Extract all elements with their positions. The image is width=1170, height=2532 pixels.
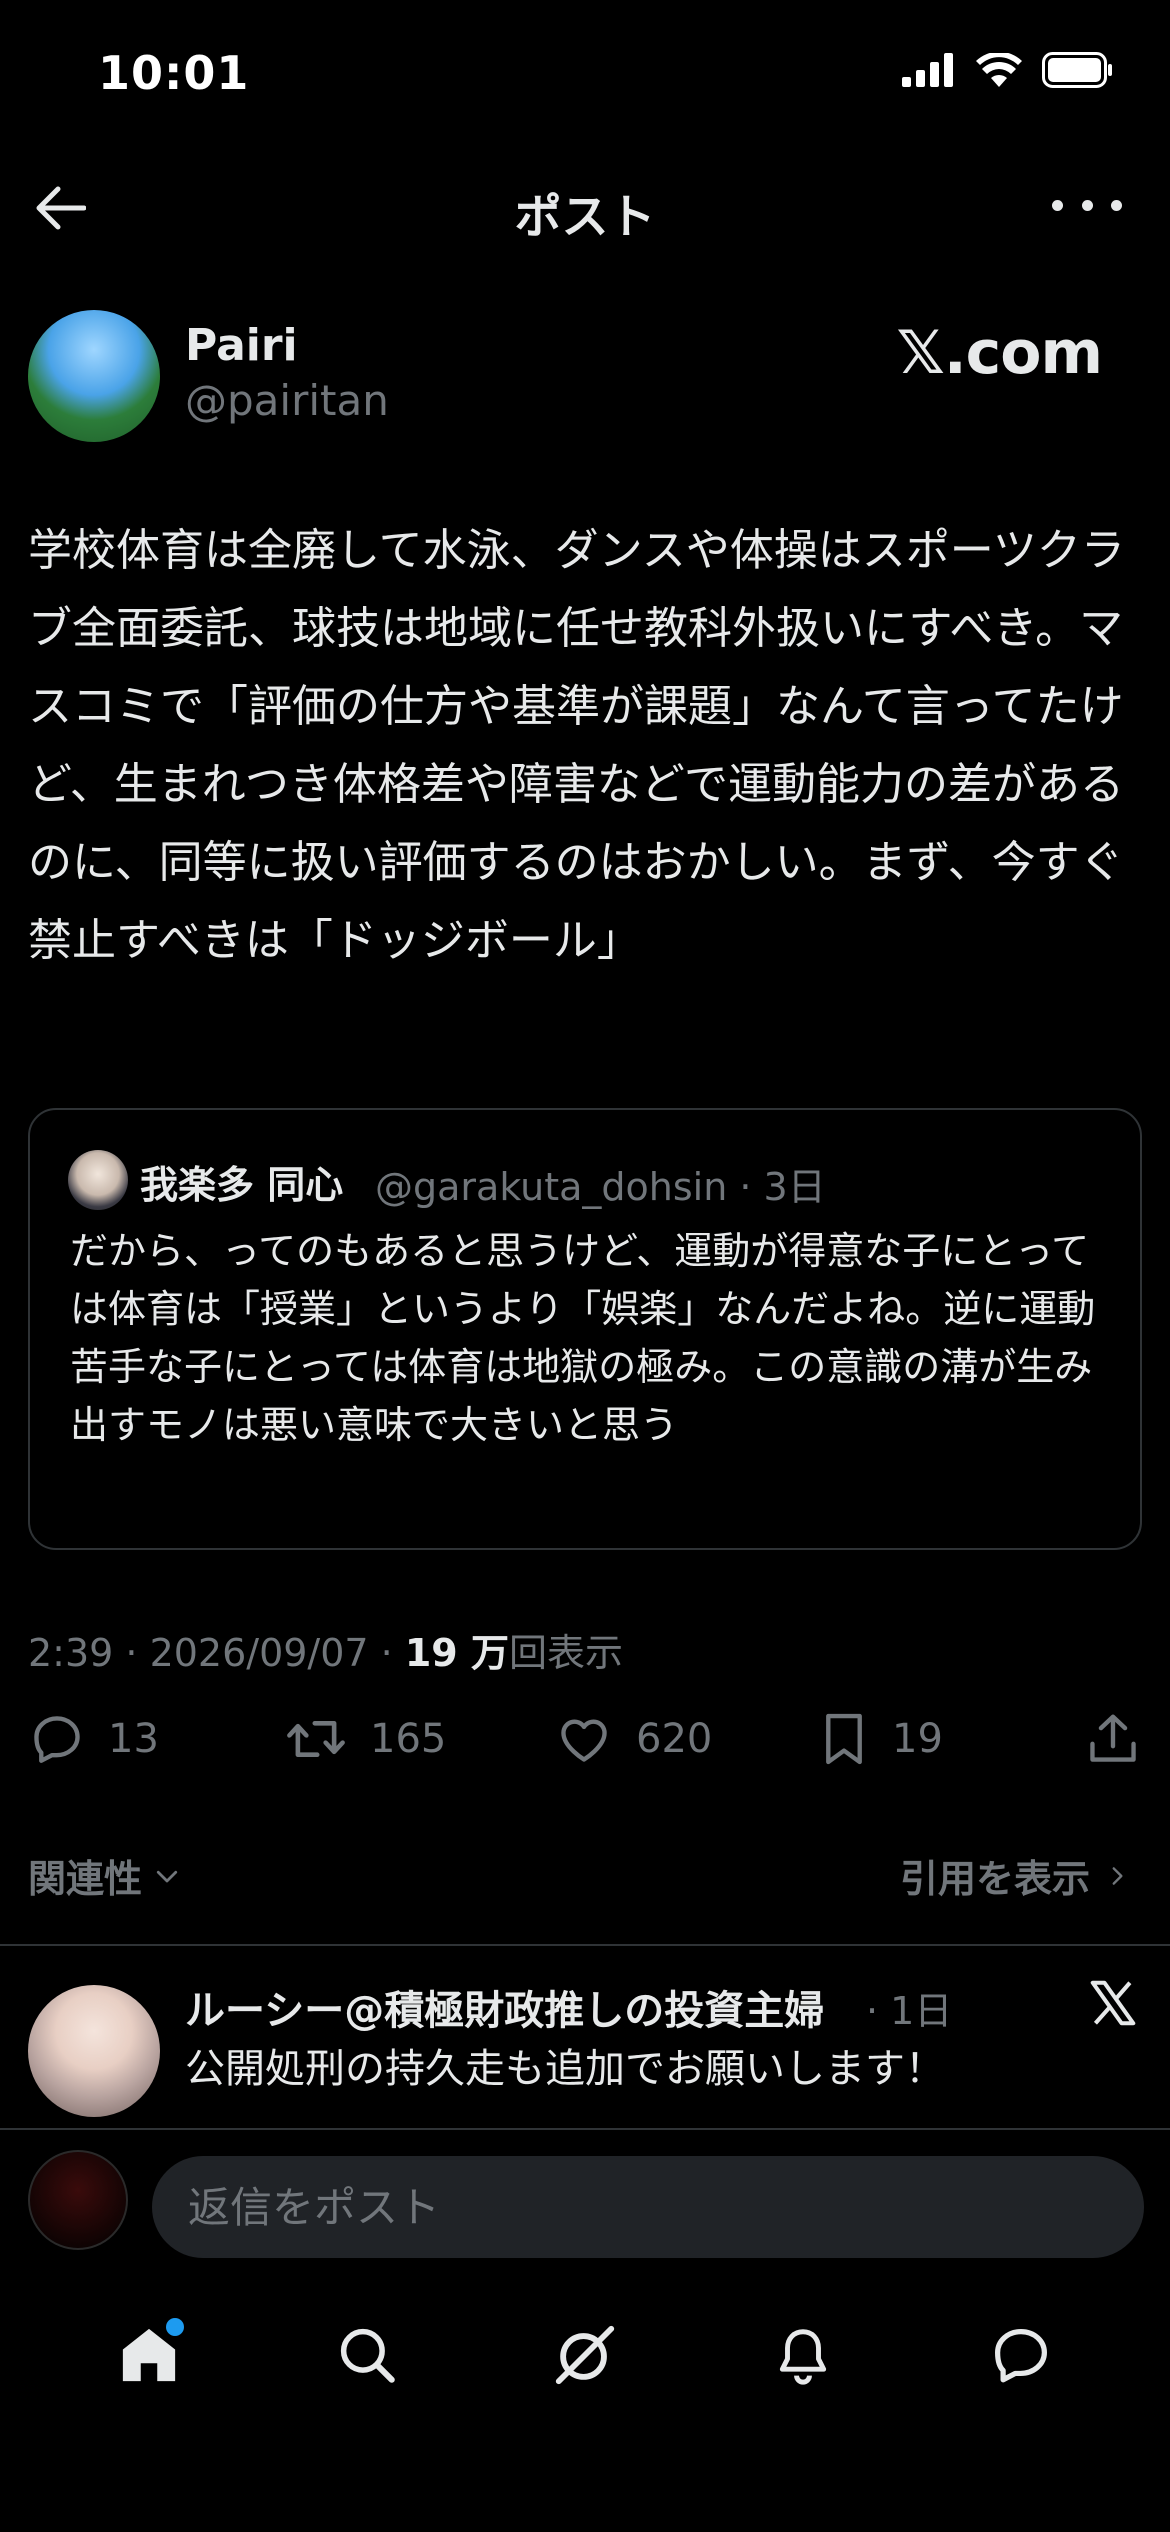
like-button[interactable]: 620 bbox=[554, 1710, 712, 1768]
notification-dot bbox=[166, 2318, 184, 2336]
nav-messages[interactable] bbox=[976, 2310, 1066, 2400]
battery-icon bbox=[1042, 52, 1112, 88]
chevron-down-icon bbox=[156, 1870, 178, 1882]
reply-button[interactable]: 13 bbox=[28, 1710, 159, 1768]
nav-search[interactable] bbox=[322, 2310, 412, 2400]
share-icon bbox=[1090, 1714, 1136, 1762]
views-count: 19 万 bbox=[404, 1631, 509, 1675]
x-logo-icon bbox=[1090, 1980, 1136, 2026]
author-handle[interactable]: @pairitan bbox=[185, 376, 389, 425]
bookmark-button[interactable]: 19 bbox=[818, 1710, 943, 1768]
action-bar: 13 165 620 19 bbox=[28, 1710, 1142, 1790]
reply-icon bbox=[34, 1716, 80, 1763]
heart-icon bbox=[561, 1719, 607, 1762]
post-meta: 2:39 · 2026/09/07 · 19 万回表示 bbox=[28, 1622, 623, 1677]
page-title: ポスト bbox=[514, 190, 656, 245]
quote-handle-time: @garakuta_dohsin · 3日 bbox=[375, 1165, 826, 1209]
reply-input[interactable] bbox=[152, 2156, 1144, 2258]
bookmark-count: 19 bbox=[892, 1716, 943, 1762]
wifi-icon bbox=[976, 53, 1022, 87]
grok-icon bbox=[555, 2325, 615, 2385]
bookmark-icon bbox=[826, 1713, 862, 1765]
more-dot bbox=[1052, 199, 1063, 211]
chevron-right-icon bbox=[1112, 1866, 1123, 1885]
view-quotes-label: 引用を表示 bbox=[899, 1857, 1090, 1901]
notifications-icon bbox=[779, 2329, 827, 2385]
nav-home[interactable] bbox=[104, 2310, 194, 2400]
more-options-button[interactable] bbox=[1052, 190, 1122, 220]
author-name[interactable]: Pairi bbox=[185, 320, 298, 371]
reply-text: 公開処刑の持久走も追加でお願いします！ bbox=[185, 2046, 945, 2092]
repost-icon bbox=[287, 1720, 345, 1758]
nav-grok[interactable] bbox=[540, 2310, 630, 2400]
quoted-post[interactable]: 我楽多 同心 @garakuta_dohsin · 3日 だから、ってのもあると… bbox=[28, 1108, 1142, 1550]
post-text: 学校体育は全廃して水泳、ダンスや体操はスポーツクラブ全面委託、球技は地域に任せ教… bbox=[28, 525, 1125, 966]
nav-notifications[interactable] bbox=[758, 2310, 848, 2400]
status-icons bbox=[902, 52, 1114, 88]
post-timestamp: 2:39 · 2026/09/07 · bbox=[28, 1631, 405, 1675]
bottom-nav bbox=[0, 2290, 1170, 2420]
divider bbox=[0, 1944, 1170, 1946]
reply-author-name[interactable]: ルーシー@積極財政推しの投資主婦 bbox=[185, 1978, 824, 2036]
like-count: 620 bbox=[636, 1716, 713, 1762]
view-quotes-link[interactable]: 引用を表示 bbox=[900, 1848, 1130, 1903]
more-dot bbox=[1111, 199, 1122, 211]
share-button[interactable] bbox=[1084, 1710, 1142, 1768]
reply-author-avatar[interactable] bbox=[28, 1985, 160, 2117]
sort-relevance-dropdown[interactable]: 関連性 bbox=[28, 1848, 182, 1903]
quote-text: だから、ってのもあると思うけど、運動が得意な子にとっては体育は「授業」というより… bbox=[70, 1229, 1096, 1447]
cellular-signal-icon bbox=[902, 53, 953, 87]
my-avatar[interactable] bbox=[28, 2150, 128, 2250]
status-time: 10:01 bbox=[98, 46, 250, 100]
more-dot bbox=[1081, 199, 1093, 211]
search-icon bbox=[340, 2328, 395, 2383]
author-avatar[interactable] bbox=[28, 310, 160, 442]
reply-time: · 1日 bbox=[866, 1989, 953, 2033]
messages-icon bbox=[995, 2329, 1047, 2383]
repost-button[interactable]: 165 bbox=[284, 1710, 446, 1768]
repost-count: 165 bbox=[370, 1716, 447, 1762]
views-label: 回表示 bbox=[508, 1631, 623, 1675]
brand-text: 𝕏.com bbox=[896, 318, 1103, 388]
quote-avatar bbox=[68, 1150, 128, 1210]
quote-author-name: 我楽多 同心 bbox=[140, 1163, 344, 1207]
sort-relevance-label: 関連性 bbox=[28, 1857, 143, 1901]
reply-count: 13 bbox=[108, 1716, 159, 1762]
